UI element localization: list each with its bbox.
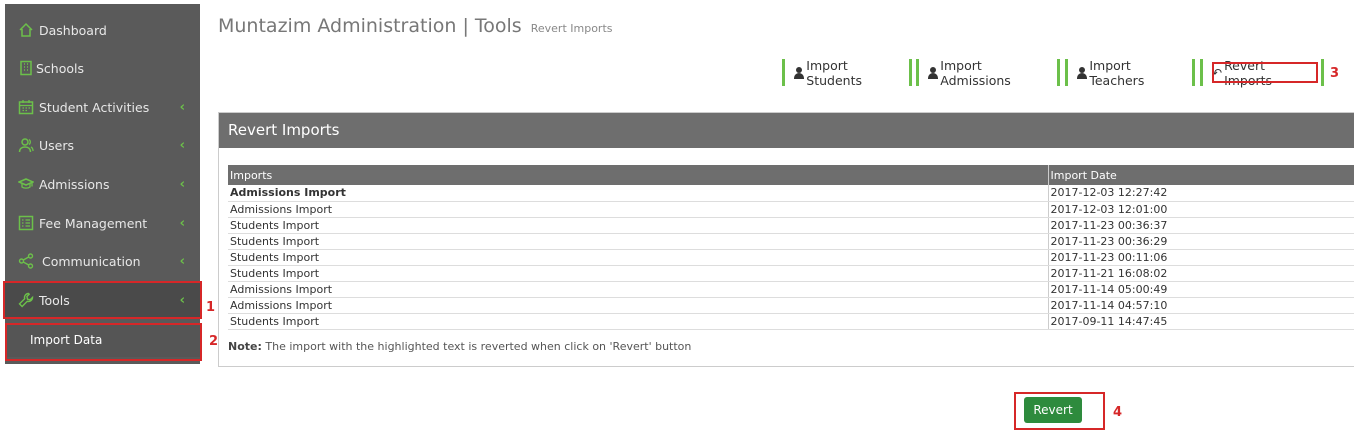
import-date-cell: 2017-11-21 16:08:02 bbox=[1048, 265, 1354, 282]
import-date-cell: 2017-11-14 05:00:49 bbox=[1048, 281, 1354, 298]
table-row[interactable]: Admissions Import 2017-11-14 04:57:10 bbox=[228, 297, 1354, 314]
import-date-cell: 2017-11-14 04:57:10 bbox=[1048, 297, 1354, 314]
share-icon bbox=[18, 253, 34, 269]
panel-title: Revert Imports bbox=[219, 113, 1354, 148]
import-students-button[interactable]: Import Students bbox=[782, 57, 912, 88]
sidebar-item-label: Student Activities bbox=[39, 99, 150, 115]
highlight-box-revert-imports bbox=[1212, 62, 1318, 83]
import-name-cell: Admissions Import bbox=[228, 185, 1049, 202]
highlight-box-revert bbox=[1014, 392, 1105, 430]
user-icon bbox=[794, 66, 805, 79]
imports-table: Imports Import Date Admissions Import 201… bbox=[228, 165, 1354, 330]
chevron-left-icon: ‹ bbox=[179, 254, 185, 269]
sidebar-item-dashboard[interactable]: Dashboard bbox=[5, 11, 200, 49]
import-name-cell: Admissions Import bbox=[228, 281, 1049, 298]
column-header-imports: Imports bbox=[228, 165, 1049, 185]
sidebar-item-admissions[interactable]: Admissions ‹ bbox=[5, 165, 200, 203]
calendar-icon bbox=[18, 99, 34, 115]
building-icon bbox=[18, 60, 34, 76]
table-row[interactable]: Admissions Import 2017-11-14 05:00:49 bbox=[228, 281, 1354, 298]
table-row[interactable]: Admissions Import 2017-12-03 12:01:00 bbox=[228, 201, 1354, 218]
highlight-box-import-data bbox=[5, 323, 202, 361]
table-header-row: Imports Import Date bbox=[228, 165, 1354, 185]
sidebar-item-label: Schools bbox=[36, 60, 85, 76]
table-row[interactable]: Students Import 2017-11-21 16:08:02 bbox=[228, 265, 1354, 282]
import-admissions-button[interactable]: Import Admissions bbox=[916, 57, 1060, 88]
sidebar-item-label: Fee Management bbox=[39, 215, 148, 231]
table-row[interactable]: Students Import 2017-11-23 00:36:29 bbox=[228, 233, 1354, 250]
import-name-cell: Students Import bbox=[228, 217, 1049, 234]
page-title: Muntazim Administration | Tools Revert I… bbox=[218, 15, 613, 37]
table-row[interactable]: Students Import 2017-11-23 00:36:37 bbox=[228, 217, 1354, 234]
note-label: Note: bbox=[228, 340, 262, 353]
import-date-cell: 2017-11-23 00:36:29 bbox=[1048, 233, 1354, 250]
chevron-left-icon: ‹ bbox=[179, 177, 185, 192]
graduation-cap-icon bbox=[18, 176, 34, 192]
import-name-cell: Admissions Import bbox=[228, 201, 1049, 218]
annotation-3: 3 bbox=[1330, 66, 1340, 81]
import-name-cell: Students Import bbox=[228, 313, 1049, 330]
home-icon bbox=[18, 22, 34, 38]
sidebar-item-label: Dashboard bbox=[39, 22, 107, 38]
import-date-cell: 2017-11-23 00:36:37 bbox=[1048, 217, 1354, 234]
annotation-2: 2 bbox=[209, 334, 219, 349]
sidebar-item-communication[interactable]: Communication ‹ bbox=[5, 242, 200, 280]
import-name-cell: Students Import bbox=[228, 233, 1049, 250]
import-date-cell: 2017-12-03 12:27:42 bbox=[1048, 185, 1354, 202]
page-title-text: Muntazim Administration | Tools bbox=[218, 15, 522, 37]
sidebar-item-users[interactable]: Users ‹ bbox=[5, 126, 200, 164]
user-icon bbox=[928, 66, 939, 79]
import-students-label: Import Students bbox=[806, 57, 862, 88]
sidebar-item-fee-management[interactable]: Fee Management ‹ bbox=[5, 204, 200, 242]
highlight-box-tools bbox=[3, 281, 202, 319]
revert-imports-panel: Revert Imports Imports Import Date Admis… bbox=[218, 112, 1354, 367]
sidebar-item-schools[interactable]: Schools bbox=[5, 49, 200, 87]
import-date-cell: 2017-11-23 00:11:06 bbox=[1048, 249, 1354, 266]
import-date-cell: 2017-09-11 14:47:45 bbox=[1048, 313, 1354, 330]
column-header-import-date: Import Date bbox=[1048, 165, 1354, 185]
import-date-cell: 2017-12-03 12:01:00 bbox=[1048, 201, 1354, 218]
sidebar-item-label: Communication bbox=[42, 253, 141, 269]
chevron-left-icon: ‹ bbox=[179, 216, 185, 231]
chevron-left-icon: ‹ bbox=[179, 138, 185, 153]
note-text: Note: The import with the highlighted te… bbox=[228, 340, 691, 353]
import-name-cell: Students Import bbox=[228, 265, 1049, 282]
sidebar-item-student-activities[interactable]: Student Activities ‹ bbox=[5, 88, 200, 126]
table-row[interactable]: Students Import 2017-09-11 14:47:45 bbox=[228, 313, 1354, 330]
annotation-1: 1 bbox=[206, 300, 216, 315]
list-icon bbox=[18, 215, 34, 231]
sidebar-item-label: Users bbox=[39, 137, 75, 153]
import-admissions-label: Import Admissions bbox=[940, 57, 1011, 88]
user-icon bbox=[1077, 66, 1088, 79]
import-name-cell: Students Import bbox=[228, 249, 1049, 266]
annotation-4: 4 bbox=[1113, 405, 1123, 420]
import-name-cell: Admissions Import bbox=[228, 297, 1049, 314]
import-teachers-label: Import Teachers bbox=[1089, 57, 1145, 88]
sidebar-item-label: Admissions bbox=[39, 176, 110, 192]
users-icon bbox=[18, 137, 34, 153]
chevron-left-icon: ‹ bbox=[179, 100, 185, 115]
table-row[interactable]: Students Import 2017-11-23 00:11:06 bbox=[228, 249, 1354, 266]
page-subtitle: Revert Imports bbox=[530, 22, 613, 35]
import-teachers-button[interactable]: Import Teachers bbox=[1065, 57, 1195, 88]
table-row[interactable]: Admissions Import 2017-12-03 12:27:42 bbox=[228, 185, 1354, 202]
note-body: The import with the highlighted text is … bbox=[261, 340, 692, 353]
